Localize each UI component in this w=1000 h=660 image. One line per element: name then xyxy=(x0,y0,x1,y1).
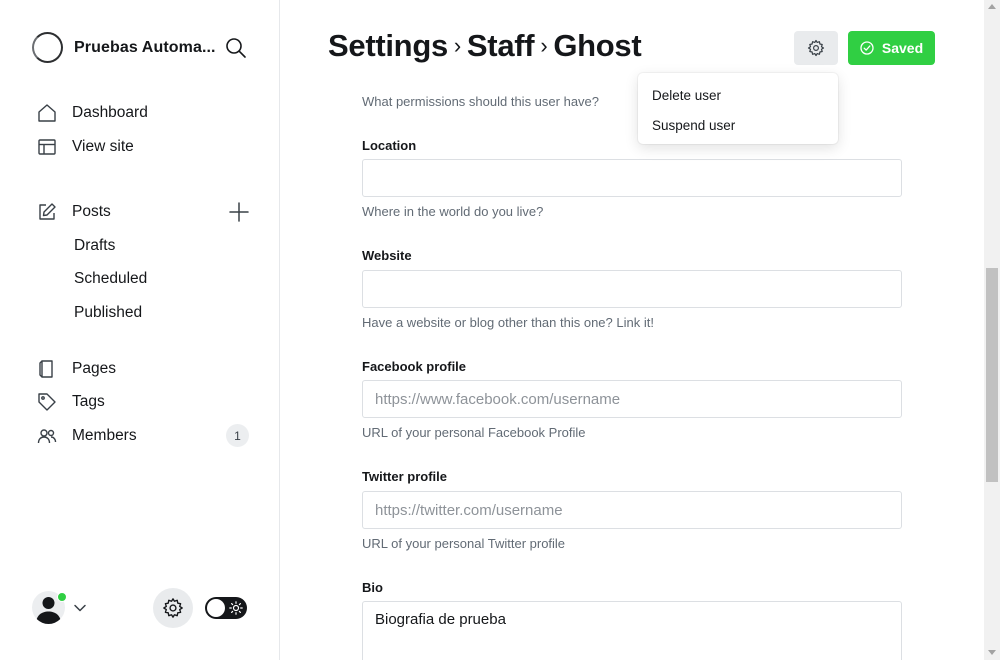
site-name: Pruebas Automa... xyxy=(74,38,216,56)
location-input[interactable] xyxy=(362,159,902,197)
chevron-right-icon: › xyxy=(453,33,461,58)
twitter-input[interactable] xyxy=(362,491,902,529)
toggle-knob xyxy=(207,599,225,617)
check-circle-icon xyxy=(860,41,874,55)
sidebar-item-label: Posts xyxy=(72,203,111,220)
search-icon[interactable] xyxy=(224,36,248,60)
user-actions-button[interactable] xyxy=(794,31,838,65)
location-label: Location xyxy=(362,138,417,153)
gear-icon xyxy=(807,39,825,57)
sidebar-item-members[interactable]: Members xyxy=(37,424,137,448)
gear-icon xyxy=(163,598,183,618)
settings-gear-button[interactable] xyxy=(153,588,193,628)
scroll-down-arrow-icon[interactable] xyxy=(988,650,996,655)
bio-label: Bio xyxy=(362,580,383,595)
sidebar-item-scheduled[interactable]: Scheduled xyxy=(74,270,147,288)
sidebar-item-pages[interactable]: Pages xyxy=(37,357,116,381)
website-input[interactable] xyxy=(362,270,902,308)
role-hint: What permissions should this user have? xyxy=(362,94,600,109)
members-count-badge: 1 xyxy=(226,424,249,447)
sidebar-item-label: Dashboard xyxy=(72,104,148,121)
bio-textarea[interactable]: Biografia de prueba xyxy=(362,601,902,660)
sidebar-item-label: Pages xyxy=(72,360,116,377)
vertical-scrollbar[interactable] xyxy=(984,0,1000,660)
website-label: Website xyxy=(362,248,412,263)
sidebar-item-label: Members xyxy=(72,427,137,444)
breadcrumb-settings[interactable]: Settings xyxy=(328,28,448,64)
scrollbar-thumb[interactable] xyxy=(986,268,998,482)
members-icon xyxy=(37,426,57,446)
sidebar-item-label: Tags xyxy=(72,393,105,410)
saved-label: Saved xyxy=(881,40,924,56)
online-status-dot xyxy=(57,592,67,602)
sidebar-item-posts[interactable]: Posts xyxy=(37,200,111,224)
scroll-up-arrow-icon[interactable] xyxy=(988,4,996,9)
chevron-down-icon[interactable] xyxy=(73,601,87,615)
site-brand[interactable]: Pruebas Automa... xyxy=(32,32,216,63)
sidebar-item-view-site[interactable]: View site xyxy=(37,135,134,159)
facebook-label: Facebook profile xyxy=(362,359,467,374)
delete-user-menu-item[interactable]: Delete user xyxy=(638,81,838,111)
page-title: Settings › Staff › Ghost xyxy=(328,28,642,64)
sidebar-item-tags[interactable]: Tags xyxy=(37,390,105,414)
new-post-plus-icon[interactable] xyxy=(228,201,250,223)
sidebar: Pruebas Automa... Dashboard View site Po… xyxy=(0,0,280,660)
sidebar-item-drafts[interactable]: Drafts xyxy=(74,237,115,255)
website-hint: Have a website or blog other than this o… xyxy=(362,315,654,330)
sun-icon xyxy=(229,601,243,615)
breadcrumb-staff[interactable]: Staff xyxy=(467,28,535,64)
sidebar-item-dashboard[interactable]: Dashboard xyxy=(37,101,148,125)
twitter-hint: URL of your personal Twitter profile xyxy=(362,536,566,551)
saved-button[interactable]: Saved xyxy=(848,31,935,65)
sidebar-item-published[interactable]: Published xyxy=(74,304,142,322)
facebook-input[interactable] xyxy=(362,380,902,418)
layout-icon xyxy=(37,137,57,157)
site-logo-icon xyxy=(32,32,63,63)
location-hint: Where in the world do you live? xyxy=(362,204,544,219)
tag-icon xyxy=(37,392,57,412)
twitter-label: Twitter profile xyxy=(362,469,447,484)
chevron-right-icon: › xyxy=(540,33,548,58)
edit-icon xyxy=(37,202,57,222)
user-actions-dropdown: Delete user Suspend user xyxy=(638,73,838,144)
sidebar-item-label: View site xyxy=(72,138,134,155)
suspend-user-menu-item[interactable]: Suspend user xyxy=(638,111,838,141)
dark-mode-toggle[interactable] xyxy=(205,597,247,619)
home-icon xyxy=(37,103,57,123)
breadcrumb-user: Ghost xyxy=(553,28,642,63)
page-icon xyxy=(37,359,57,379)
facebook-hint: URL of your personal Facebook Profile xyxy=(362,425,586,440)
main-content: Settings › Staff › Ghost Saved What perm… xyxy=(281,0,984,660)
